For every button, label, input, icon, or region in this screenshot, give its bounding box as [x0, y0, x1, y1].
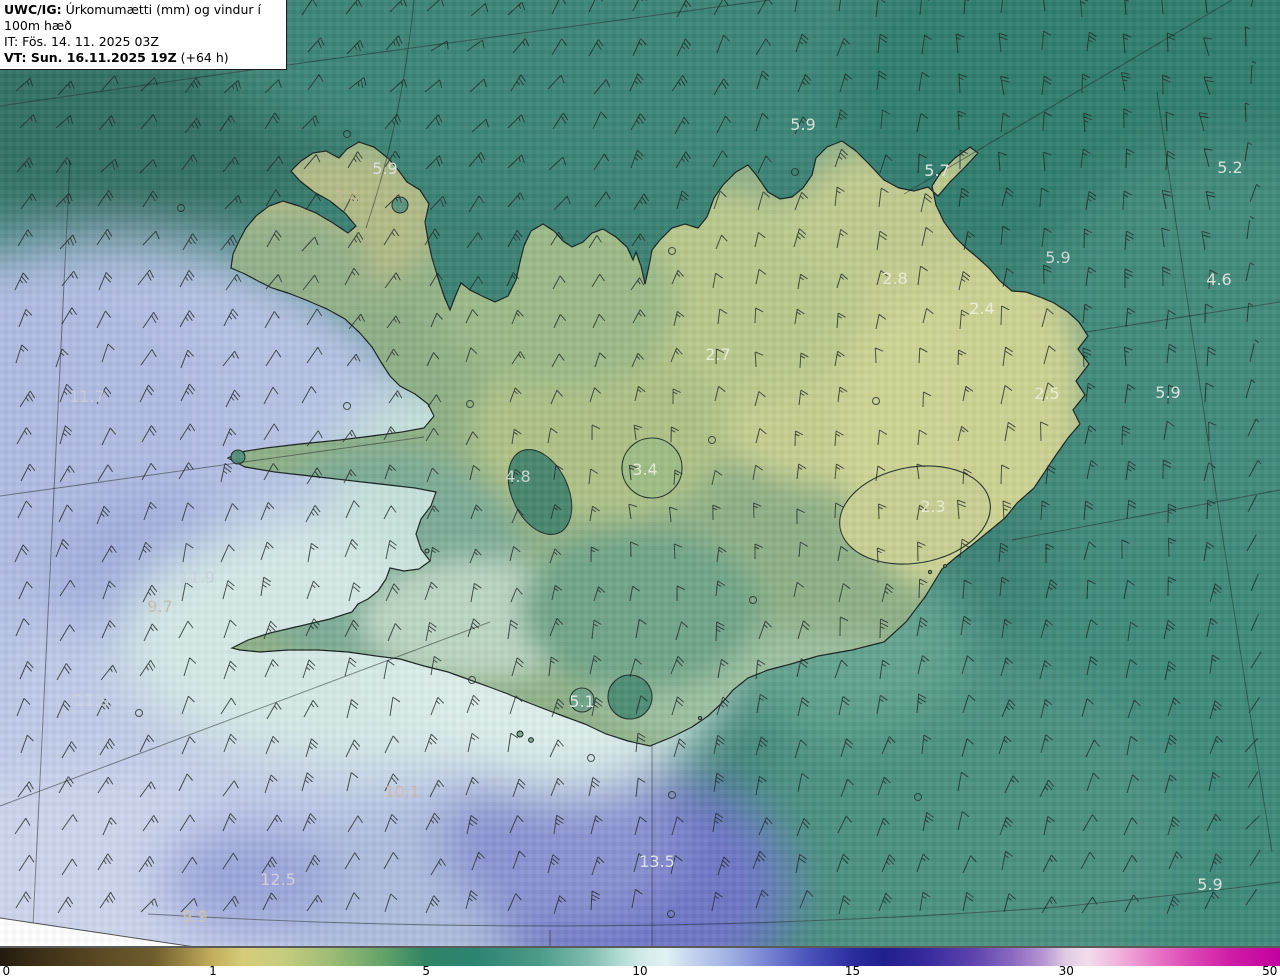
colorbar-tick-50: 50: [1262, 964, 1278, 978]
colorbar-tick-30: 30: [1058, 964, 1074, 978]
init-time: IT: Fös. 14. 11. 2025 03Z: [4, 34, 159, 49]
valid-time: VT: Sun. 16.11.2025 19Z: [4, 50, 177, 65]
colorbar-tick-1: 1: [209, 964, 217, 978]
precip-value-label: 2.8: [882, 269, 907, 288]
weather-map: 6.15.93.45.95.75.25.94.62.82.42.75.92.51…: [0, 0, 1280, 946]
colorbar-tick-15: 15: [844, 964, 861, 978]
colorbar-tick-10: 10: [632, 964, 648, 978]
precip-value-label: 2.5: [1034, 384, 1059, 403]
precip-value-label: 12.5: [260, 870, 296, 889]
precip-value-label: 11.7: [69, 387, 105, 406]
precip-value-label: 2.7: [705, 345, 730, 364]
precip-value-label: 10.1: [384, 782, 420, 801]
precip-value-label: 5.9: [372, 159, 397, 178]
colorbar-tick-5: 5: [422, 964, 431, 978]
precip-value-label: 11.9: [179, 568, 215, 587]
precip-value-label: 3.4: [632, 460, 657, 479]
precip-value-label: 2.4: [969, 299, 994, 318]
colorbar-tick-0: 0: [2, 964, 11, 978]
precip-value-label: 4.6: [1206, 270, 1231, 289]
precip-value-label: 13.5: [639, 852, 675, 871]
precip-value-label: 5.9: [790, 115, 815, 134]
precip-value-label: 9.7: [147, 597, 172, 616]
precip-value-label: 5.9: [1045, 248, 1070, 267]
map-area: 6.15.93.45.95.75.25.94.62.82.42.75.92.51…: [0, 0, 1280, 946]
precip-value-label: 5.7: [924, 161, 949, 180]
precip-value-label: 4.8: [505, 467, 530, 486]
precip-value-label: 3.4: [334, 187, 359, 206]
precip-value-label: 5.9: [1197, 875, 1222, 894]
precip-value-label: 5.2: [1217, 158, 1242, 177]
precip-value-label: 5.9: [1155, 383, 1180, 402]
forecast-lead: (+64 h): [176, 50, 229, 65]
precip-value-label: 5.1: [569, 692, 594, 711]
title-line-1: UWC/IG: Úrkomumætti (mm) og vindur í 100…: [4, 2, 282, 34]
precip-value-label: 11.9: [74, 691, 110, 710]
precip-value-label: 9.9: [182, 907, 207, 926]
title-box: UWC/IG: Úrkomumætti (mm) og vindur í 100…: [0, 0, 287, 70]
precip-value-label: 2.3: [920, 497, 945, 516]
model-id: UWC/IG:: [4, 2, 62, 17]
weather-map-page: 6.15.93.45.95.75.25.94.62.82.42.75.92.51…: [0, 0, 1280, 978]
colorbar-tick-labels: 0 1 5 10 15 30 50: [0, 964, 1280, 978]
title-line-3: VT: Sun. 16.11.2025 19Z (+64 h): [4, 50, 282, 66]
